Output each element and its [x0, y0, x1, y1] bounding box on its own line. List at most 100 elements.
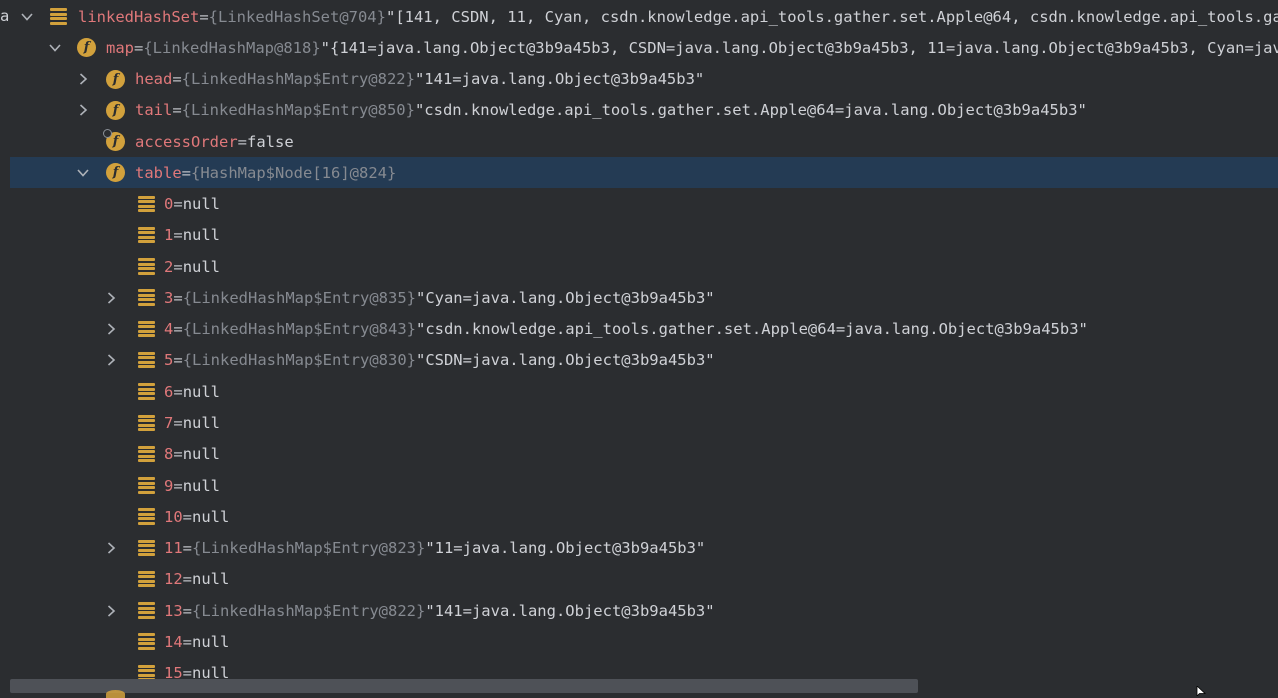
- equals-sign: =: [173, 226, 183, 245]
- array-icon: [138, 633, 155, 650]
- field-icon: f: [106, 69, 125, 89]
- chevron-right-icon[interactable]: [75, 64, 91, 95]
- equals-sign: =: [237, 132, 247, 151]
- object-reference: {LinkedHashMap@818}: [143, 38, 321, 57]
- variable-name: tail: [135, 101, 173, 120]
- equals-sign: =: [182, 539, 193, 558]
- array-icon: [138, 383, 155, 400]
- equals-sign: =: [181, 163, 192, 182]
- tree-row-table-3[interactable]: 3 = {LinkedHashMap$Entry@835} "Cyan=java…: [0, 282, 1278, 313]
- tree-row-table-8[interactable]: 8 = null: [0, 439, 1278, 470]
- equals-sign: =: [173, 382, 183, 401]
- equals-sign: =: [173, 288, 183, 307]
- tree-row-table-12[interactable]: 12 = null: [0, 564, 1278, 595]
- tree-row-table-0[interactable]: 0 = null: [0, 189, 1278, 220]
- variable-value: null: [182, 226, 221, 245]
- chevron-down-icon[interactable]: [75, 157, 91, 188]
- array-icon: [138, 414, 155, 432]
- horizontal-scrollbar-thumb[interactable]: [10, 679, 918, 693]
- variable-value: "[141, CSDN, 11, Cyan, csdn.knowledge.ap…: [385, 7, 1278, 26]
- variable-name: 2: [164, 257, 174, 276]
- object-reference: {LinkedHashMap$Entry@823}: [192, 539, 426, 558]
- tree-row-table-10[interactable]: 10 = null: [0, 501, 1278, 532]
- chevron-right-icon[interactable]: [103, 345, 119, 376]
- tree-row-head[interactable]: f head = {LinkedHashMap$Entry@822} "141=j…: [0, 64, 1278, 95]
- array-icon: [138, 258, 155, 275]
- object-reference: {HashMap$Node[16]@824}: [191, 163, 397, 182]
- tree-row-table-6[interactable]: 6 = null: [0, 376, 1278, 407]
- variable-value: "Cyan=java.lang.Object@3b9a45b3": [415, 288, 715, 307]
- tree-row-table-9[interactable]: 9 = null: [0, 470, 1278, 501]
- tree-row-table-2[interactable]: 2 = null: [0, 251, 1278, 282]
- variable-value: null: [182, 476, 221, 495]
- variable-name: 0: [164, 195, 174, 214]
- array-icon: [138, 445, 155, 463]
- tree-row-map[interactable]: f map = {LinkedHashMap@818} "{141=java.la…: [0, 32, 1278, 63]
- equals-sign: =: [172, 70, 182, 89]
- array-icon: [138, 570, 155, 588]
- tree-row-table-7[interactable]: 7 = null: [0, 408, 1278, 439]
- variable-value: null: [192, 632, 230, 651]
- variable-name: 5: [164, 351, 174, 370]
- tree-row-table[interactable]: f table = {HashMap$Node[16]@824}: [10, 157, 1278, 189]
- variable-name: table: [135, 163, 182, 182]
- array-icon: [138, 508, 155, 525]
- object-reference: {LinkedHashMap$Entry@835}: [182, 288, 416, 307]
- tree-row-table-1[interactable]: 1 = null: [0, 220, 1278, 251]
- equals-sign: =: [182, 632, 193, 651]
- tree-row-linked-hash-set[interactable]: linkedHashSet = {LinkedHashSet@704} "[14…: [0, 1, 1278, 32]
- chevron-down-icon[interactable]: [47, 32, 63, 63]
- tree-row-table-4[interactable]: 4 = {LinkedHashMap$Entry@843} "csdn.know…: [0, 314, 1278, 345]
- tree-row-access-order[interactable]: f accessOrder = false: [0, 126, 1278, 157]
- array-icon: [138, 477, 155, 494]
- tree-row-table-14[interactable]: 14 = null: [0, 626, 1278, 657]
- array-icon: [138, 602, 155, 619]
- equals-sign: =: [173, 320, 183, 339]
- array-icon: [138, 320, 155, 338]
- equals-sign: =: [134, 38, 144, 57]
- variable-name: 11: [164, 539, 183, 558]
- variable-name: 8: [164, 445, 174, 464]
- debugger-variables-tree[interactable]: a linkedHashSet = {LinkedHashSet@704} "[…: [0, 0, 1278, 694]
- chevron-right-icon[interactable]: [103, 533, 119, 564]
- variable-name: 6: [164, 382, 174, 401]
- tree-row-table-11[interactable]: 11 = {LinkedHashMap$Entry@823} "11=java.…: [0, 533, 1278, 564]
- variable-value: null: [192, 570, 230, 589]
- variable-name: 12: [164, 570, 183, 589]
- variable-value: null: [182, 382, 221, 401]
- variable-value: null: [182, 445, 221, 464]
- variable-value: "csdn.knowledge.api_tools.gather.set.App…: [415, 320, 1088, 339]
- equals-sign: =: [173, 351, 183, 370]
- variable-value: null: [182, 195, 221, 214]
- tree-row-table-13[interactable]: 13 = {LinkedHashMap$Entry@822} "141=java…: [0, 595, 1278, 626]
- equals-sign: =: [173, 195, 183, 214]
- equals-sign: =: [182, 570, 193, 589]
- equals-sign: =: [182, 507, 193, 526]
- variable-value: "CSDN=java.lang.Object@3b9a45b3": [415, 351, 715, 370]
- array-icon: [138, 195, 155, 213]
- object-reference: {LinkedHashMap$Entry@830}: [182, 351, 416, 370]
- chevron-right-icon[interactable]: [103, 314, 119, 345]
- chevron-right-icon[interactable]: [103, 595, 119, 626]
- equals-sign: =: [173, 414, 183, 432]
- final-field-icon: f: [103, 129, 125, 152]
- tree-row-tail[interactable]: f tail = {LinkedHashMap$Entry@850} "csdn.…: [0, 95, 1278, 126]
- chevron-right-icon[interactable]: [103, 282, 119, 313]
- variable-name: 13: [164, 601, 183, 620]
- array-icon: [138, 289, 155, 306]
- variable-value: "11=java.lang.Object@3b9a45b3": [425, 539, 706, 558]
- variable-name: map: [106, 38, 134, 57]
- variable-value: "141=java.lang.Object@3b9a45b3": [425, 601, 715, 620]
- field-icon: [106, 690, 125, 698]
- variable-name: 14: [164, 632, 183, 651]
- object-reference: {LinkedHashSet@704}: [208, 7, 386, 26]
- object-reference: {LinkedHashMap$Entry@822}: [181, 70, 415, 89]
- variable-name: 10: [164, 507, 183, 526]
- equals-sign: =: [173, 257, 183, 276]
- chevron-down-icon[interactable]: [19, 1, 35, 32]
- variable-name: 9: [164, 476, 174, 495]
- chevron-right-icon[interactable]: [75, 95, 91, 126]
- equals-sign: =: [199, 7, 209, 26]
- tree-row-table-5[interactable]: 5 = {LinkedHashMap$Entry@830} "CSDN=java…: [0, 345, 1278, 376]
- object-reference: {LinkedHashMap$Entry@822}: [192, 601, 426, 620]
